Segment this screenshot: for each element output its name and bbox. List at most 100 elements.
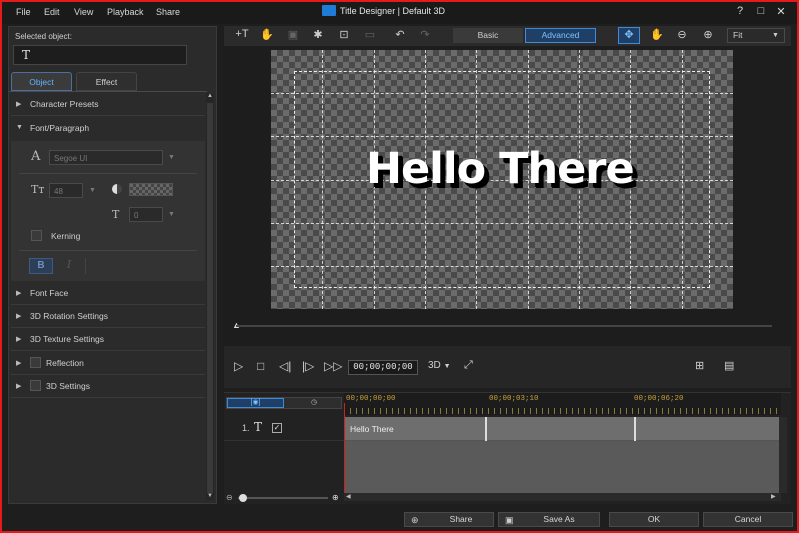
track-lane[interactable]: Hello There	[344, 417, 779, 493]
font-family-select[interactable]: Segoe UI	[49, 150, 163, 165]
timeline-vertical-scrollbar[interactable]	[779, 417, 787, 493]
chevron-down-icon[interactable]: ▼	[168, 211, 175, 218]
3d-mode-select[interactable]: 3D ▼	[428, 360, 451, 371]
globe-icon: ⊕	[411, 515, 419, 525]
keyframe-marker[interactable]	[485, 417, 487, 441]
zoom-in-icon[interactable]: ⊕	[332, 493, 339, 502]
kerning-checkbox[interactable]	[31, 230, 42, 241]
font-size-field[interactable]: 48	[49, 183, 83, 198]
section-3d-texture[interactable]: ▶ 3D Texture Settings	[11, 328, 205, 351]
cancel-button[interactable]: Cancel	[703, 512, 793, 527]
share-button[interactable]: ⊕ Share	[404, 512, 494, 527]
redo-icon[interactable]: ↷	[416, 28, 434, 41]
selected-object-field[interactable]: T	[13, 45, 187, 65]
reflection-checkbox[interactable]	[30, 357, 41, 368]
scroll-left-icon[interactable]: ◀	[346, 493, 351, 500]
designer-toolbar: +T ✋ ▣ ✱ ⊡ ▭ ↶ ↷ Basic Advanced ✥ ✋ ⊖ ⊕ …	[224, 26, 791, 46]
insert-particle-icon[interactable]: ✋	[258, 28, 276, 41]
grid-toggle-icon[interactable]: ⊞	[695, 359, 704, 372]
zoom-slider-handle[interactable]	[239, 494, 247, 502]
section-3d-settings[interactable]: ▶ 3D Settings	[11, 375, 205, 398]
text-color-swatch[interactable]	[129, 183, 173, 196]
title-text-object[interactable]: Hello There	[366, 144, 635, 194]
scrollbar-thumb[interactable]	[207, 103, 213, 493]
scroll-right-icon[interactable]: ▶	[771, 493, 776, 500]
select-move-icon[interactable]: ✥	[618, 27, 640, 44]
section-label: 3D Rotation Settings	[30, 311, 108, 321]
font-paragraph-group: A Segoe UI ▼ Tт 48 ▼ T 0 ▼ Kerning B I	[11, 141, 205, 281]
help-button[interactable]: ?	[733, 5, 747, 17]
tab-divider	[9, 91, 207, 92]
timeline-playhead[interactable]	[344, 403, 345, 493]
insert-image-icon[interactable]: ▣	[284, 28, 302, 41]
menu-playback[interactable]: Playback	[107, 7, 144, 17]
divider	[85, 258, 86, 274]
menu-edit[interactable]: Edit	[44, 7, 60, 17]
tab-object[interactable]: Object	[11, 72, 72, 91]
insert-effect-icon[interactable]: ✱	[309, 28, 327, 41]
scroll-down-icon[interactable]: ▼	[207, 493, 213, 499]
undo-icon[interactable]: ↶	[391, 28, 409, 41]
menu-view[interactable]: View	[74, 7, 93, 17]
bold-button[interactable]: B	[29, 258, 53, 274]
insert-background-icon[interactable]: ⊡	[335, 28, 353, 41]
title-designer-window: File Edit View Playback Share Title Desi…	[0, 0, 799, 533]
play-icon[interactable]: ▷	[234, 359, 243, 373]
chevron-down-icon[interactable]: ▼	[168, 154, 175, 161]
app-title: Title Designer | Default 3D	[340, 6, 446, 16]
zoom-out-icon[interactable]: ⊖	[226, 493, 233, 502]
title-canvas[interactable]: Hello There	[271, 50, 733, 309]
replace-background-icon[interactable]: ▭	[361, 28, 379, 41]
selected-object-label: Selected object:	[15, 32, 72, 41]
stop-icon[interactable]: □	[257, 359, 264, 373]
save-as-button[interactable]: ▣ Save As	[498, 512, 600, 527]
zoom-out-icon[interactable]: ⊖	[673, 28, 691, 41]
zoom-in-icon[interactable]: ⊕	[699, 28, 717, 41]
preview-scrubber[interactable]	[236, 325, 772, 327]
section-reflection[interactable]: ▶ Reflection	[11, 352, 205, 375]
scroll-up-icon[interactable]: ▲	[207, 93, 213, 99]
line-spacing-field[interactable]: 0	[129, 207, 163, 222]
next-frame-icon[interactable]: |▷	[302, 359, 314, 373]
title-clip[interactable]: Hello There	[344, 417, 779, 441]
section-font-face[interactable]: ▶ Font Face	[11, 282, 205, 305]
3d-settings-checkbox[interactable]	[30, 380, 41, 391]
tab-effect[interactable]: Effect	[76, 72, 137, 91]
font-icon: A	[31, 149, 41, 164]
section-character-presets[interactable]: ▶ Character Presets	[11, 93, 205, 116]
advanced-mode-button[interactable]: Advanced	[525, 28, 596, 43]
timeline-ruler[interactable]: 00;00;00;00 00;00;03;10 00;00;06;20	[344, 393, 781, 415]
track-visibility-checkbox[interactable]: ✓	[272, 423, 282, 433]
zoom-fit-select[interactable]: Fit ▼	[727, 28, 785, 43]
keyframe-marker[interactable]	[634, 417, 636, 441]
close-button[interactable]: ✕	[774, 5, 788, 18]
ok-button[interactable]: OK	[609, 512, 699, 527]
menu-file[interactable]: File	[16, 7, 31, 17]
line-spacing-icon: T	[112, 208, 120, 221]
timecode-display[interactable]: 00;00;00;00	[348, 360, 418, 375]
clock-view-icon[interactable]: ◷	[287, 398, 341, 408]
timeline-horizontal-scrollbar[interactable]: ◀ ▶	[344, 493, 781, 501]
timeline-view-switch[interactable]: [◉] ◷	[226, 397, 342, 409]
zoom-slider[interactable]	[238, 497, 328, 499]
section-font-paragraph[interactable]: ▼ Font/Paragraph	[11, 117, 205, 140]
save-icon: ▣	[505, 515, 514, 525]
keyframe-view-icon[interactable]: [◉]	[227, 398, 284, 408]
divider	[19, 250, 197, 251]
maximize-button[interactable]: □	[754, 5, 768, 17]
safe-zone-toggle-icon[interactable]: ▤	[724, 359, 734, 372]
hand-pan-icon[interactable]: ✋	[648, 28, 666, 41]
previous-frame-icon[interactable]: ◁|	[279, 359, 291, 373]
fast-forward-icon[interactable]: ▷▷	[324, 359, 342, 373]
track-header: 1. T ✓	[224, 417, 344, 441]
italic-button[interactable]: I	[57, 258, 81, 274]
ruler-ticks	[344, 408, 781, 414]
fullscreen-icon[interactable]: ⤢	[464, 359, 473, 372]
panel-scrollbar[interactable]: ▲ ▼	[206, 93, 214, 500]
menu-share[interactable]: Share	[156, 7, 180, 17]
chevron-down-icon[interactable]: ▼	[89, 187, 96, 194]
zoom-fit-value: Fit	[733, 30, 743, 40]
section-3d-rotation[interactable]: ▶ 3D Rotation Settings	[11, 305, 205, 328]
basic-mode-button[interactable]: Basic	[453, 28, 523, 43]
insert-text-icon[interactable]: +T	[233, 28, 251, 40]
